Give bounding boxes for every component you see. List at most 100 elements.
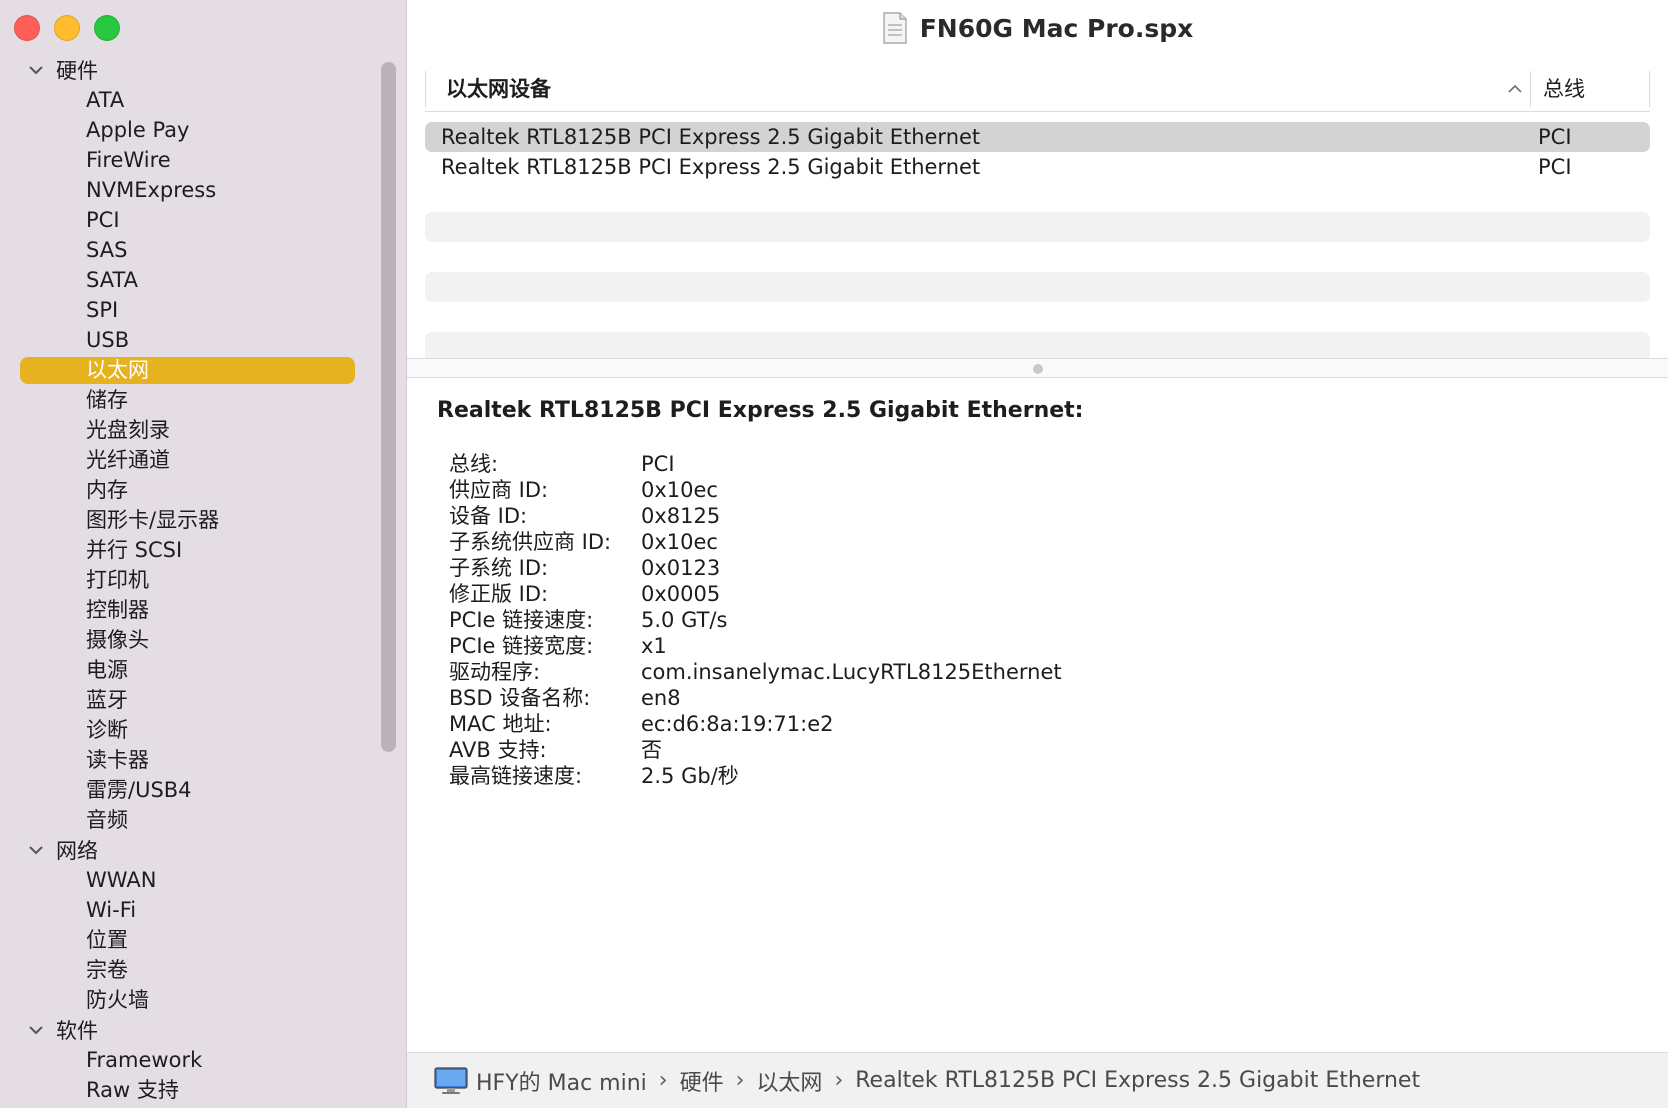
property-value: 5.0 GT/s bbox=[641, 608, 728, 632]
divider-handle[interactable] bbox=[1033, 364, 1043, 374]
sidebar-group[interactable]: 软件 bbox=[0, 1015, 407, 1045]
property-value: x1 bbox=[641, 634, 667, 658]
sidebar-item[interactable]: 音频 bbox=[0, 805, 407, 835]
sidebar-item[interactable]: 防火墙 bbox=[0, 985, 407, 1015]
disclosure-chevron-icon[interactable] bbox=[0, 844, 56, 856]
property-key: PCIe 链接宽度: bbox=[449, 634, 594, 658]
sidebar-item[interactable]: PCI bbox=[0, 205, 407, 235]
sidebar-group[interactable]: 网络 bbox=[0, 835, 407, 865]
property-value: 0x0123 bbox=[641, 556, 721, 580]
sidebar-item[interactable]: 控制器 bbox=[0, 595, 407, 625]
minimize-window-button[interactable] bbox=[54, 15, 80, 41]
property-row: 修正版 ID: 0x0005 bbox=[449, 581, 1637, 607]
property-value: 2.5 Gb/秒 bbox=[641, 764, 739, 788]
sidebar-item-label: 图形卡/显示器 bbox=[86, 508, 220, 532]
property-value: PCI bbox=[641, 452, 675, 476]
sidebar-item-label: 内存 bbox=[86, 478, 128, 502]
sidebar-item[interactable]: Apple Pay bbox=[0, 115, 407, 145]
sidebar-item[interactable]: 并行 SCSI bbox=[0, 535, 407, 565]
sidebar-item-label: Wi-Fi bbox=[86, 898, 137, 922]
sidebar-item[interactable]: 蓝牙 bbox=[0, 685, 407, 715]
sidebar-item[interactable]: WWAN bbox=[0, 865, 407, 895]
sidebar-item-label: SAS bbox=[86, 238, 128, 262]
sidebar-item-label: 防火墙 bbox=[86, 988, 149, 1012]
sidebar-item[interactable]: SATA bbox=[0, 265, 407, 295]
sidebar-item[interactable]: 以太网 bbox=[0, 355, 407, 385]
sidebar-item[interactable]: SPI bbox=[0, 295, 407, 325]
sidebar-item[interactable]: Framework bbox=[0, 1045, 407, 1075]
property-value: 0x0005 bbox=[641, 582, 721, 606]
sidebar-group-label: 网络 bbox=[56, 839, 98, 863]
sidebar-tree: 硬件 ATA Apple Pay FireWire NVMExpress PCI SAS SA… bbox=[0, 55, 407, 1105]
sidebar-item[interactable]: ATA bbox=[0, 85, 407, 115]
property-key: AVB 支持: bbox=[449, 738, 547, 762]
sidebar-item[interactable]: 雷雳/USB4 bbox=[0, 775, 407, 805]
document-icon bbox=[883, 12, 907, 44]
property-value: ec:d6:8a:19:71:e2 bbox=[641, 712, 834, 736]
table-row[interactable]: Realtek RTL8125B PCI Express 2.5 Gigabit… bbox=[425, 152, 1650, 182]
property-value: com.insanelymac.LucyRTL8125Ethernet bbox=[641, 660, 1062, 684]
path-segment[interactable]: HFY的 Mac mini bbox=[476, 1065, 647, 1097]
sidebar-item[interactable]: USB bbox=[0, 325, 407, 355]
column-header-bus[interactable]: 总线 bbox=[1530, 70, 1650, 107]
property-row: 设备 ID: 0x8125 bbox=[449, 503, 1637, 529]
sidebar-item-label: FireWire bbox=[86, 148, 171, 172]
path-segment[interactable]: Realtek RTL8125B PCI Express 2.5 Gigabit… bbox=[855, 1068, 1420, 1093]
sidebar-item[interactable]: Raw 支持 bbox=[0, 1075, 407, 1105]
split-view-divider[interactable] bbox=[407, 358, 1668, 378]
sidebar-item[interactable]: FireWire bbox=[0, 145, 407, 175]
property-value: 0x10ec bbox=[641, 478, 718, 502]
column-header-device[interactable]: 以太网设备 bbox=[425, 70, 1500, 107]
sidebar-scrollbar[interactable] bbox=[381, 62, 396, 752]
sidebar-item-label: ATA bbox=[86, 88, 125, 112]
sidebar-item[interactable]: 内存 bbox=[0, 475, 407, 505]
property-row: AVB 支持: 否 bbox=[449, 737, 1637, 763]
property-row: 驱动程序: com.insanelymac.LucyRTL8125Ethernet bbox=[449, 659, 1637, 685]
sidebar-item[interactable]: 诊断 bbox=[0, 715, 407, 745]
sidebar-item-label: 以太网 bbox=[86, 358, 149, 382]
sidebar-item[interactable]: 光纤通道 bbox=[0, 445, 407, 475]
disclosure-chevron-icon[interactable] bbox=[0, 64, 56, 76]
sidebar-item-label: 储存 bbox=[86, 388, 128, 412]
path-segment[interactable]: 以太网 bbox=[756, 1065, 822, 1097]
property-key: 驱动程序: bbox=[449, 660, 541, 684]
property-value: 0x10ec bbox=[641, 530, 718, 554]
sidebar-item-label: 光盘刻录 bbox=[86, 418, 170, 442]
empty-row bbox=[425, 302, 1650, 332]
property-key: 最高链接速度: bbox=[449, 764, 583, 788]
path-separator-icon: › bbox=[834, 1068, 844, 1093]
sidebar-item[interactable]: 位置 bbox=[0, 925, 407, 955]
sidebar-item[interactable]: 储存 bbox=[0, 385, 407, 415]
sidebar-item-label: 电源 bbox=[86, 658, 128, 682]
property-row: BSD 设备名称: en8 bbox=[449, 685, 1637, 711]
table-row[interactable]: Realtek RTL8125B PCI Express 2.5 Gigabit… bbox=[425, 122, 1650, 152]
sidebar-item[interactable]: NVMExpress bbox=[0, 175, 407, 205]
property-key: PCIe 链接速度: bbox=[449, 608, 594, 632]
sidebar-group-label: 软件 bbox=[56, 1019, 98, 1043]
sidebar-item[interactable]: SAS bbox=[0, 235, 407, 265]
sidebar-item[interactable]: 摄像头 bbox=[0, 625, 407, 655]
sidebar-item[interactable]: 宗卷 bbox=[0, 955, 407, 985]
property-key: 子系统 ID: bbox=[449, 556, 549, 580]
sidebar-item[interactable]: 图形卡/显示器 bbox=[0, 505, 407, 535]
window-controls bbox=[14, 15, 120, 41]
sidebar-item[interactable]: 打印机 bbox=[0, 565, 407, 595]
sort-ascending-icon[interactable] bbox=[1500, 84, 1530, 94]
disclosure-chevron-icon[interactable] bbox=[0, 1024, 56, 1036]
sidebar-item-label: 控制器 bbox=[86, 598, 149, 622]
sidebar-item-label: 摄像头 bbox=[86, 628, 149, 652]
sidebar-item[interactable]: 电源 bbox=[0, 655, 407, 685]
sidebar-item[interactable]: Wi-Fi bbox=[0, 895, 407, 925]
sidebar-item[interactable]: 读卡器 bbox=[0, 745, 407, 775]
property-key: 子系统供应商 ID: bbox=[449, 530, 612, 554]
property-key: BSD 设备名称: bbox=[449, 686, 591, 710]
property-row: 供应商 ID: 0x10ec bbox=[449, 477, 1637, 503]
sidebar-item-label: Framework bbox=[86, 1048, 203, 1072]
zoom-window-button[interactable] bbox=[94, 15, 120, 41]
property-key: 总线: bbox=[449, 452, 499, 476]
path-segment[interactable]: 硬件 bbox=[680, 1065, 724, 1097]
sidebar-group[interactable]: 硬件 bbox=[0, 55, 407, 85]
sidebar-item[interactable]: 光盘刻录 bbox=[0, 415, 407, 445]
path-separator-icon: › bbox=[735, 1068, 745, 1093]
close-window-button[interactable] bbox=[14, 15, 40, 41]
